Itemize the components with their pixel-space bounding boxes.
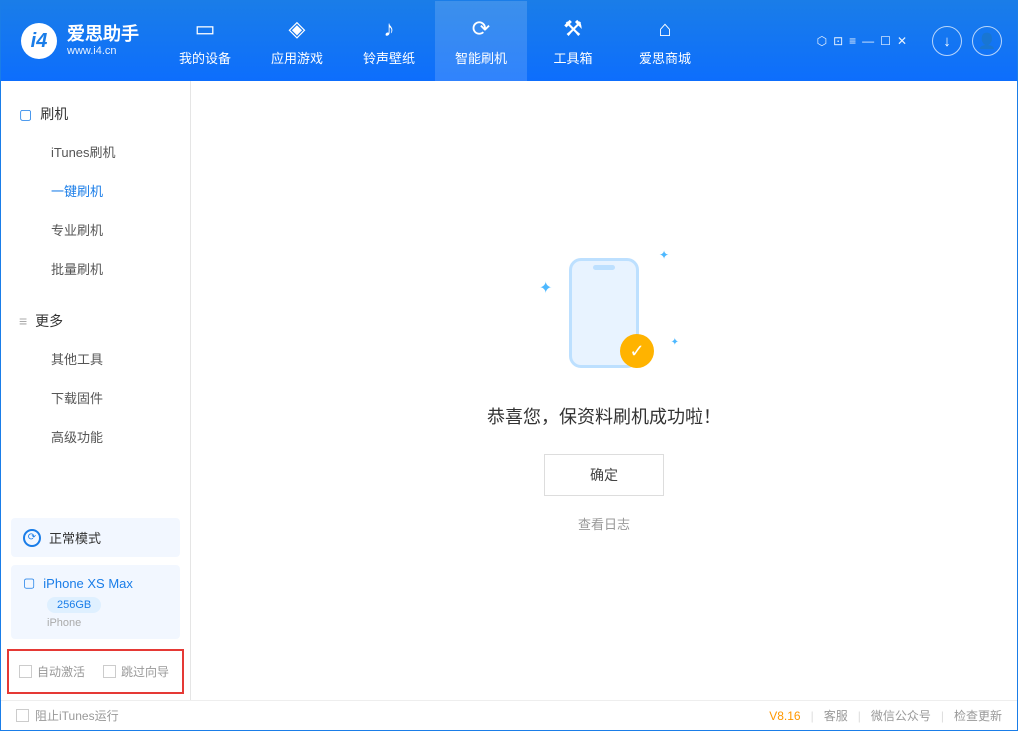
sidebar-item-batch-flash[interactable]: 批量刷机: [1, 249, 190, 288]
sidebar-item-other-tools[interactable]: 其他工具: [1, 339, 190, 378]
menu-icon[interactable]: ≡: [849, 34, 856, 48]
list-icon: ≡: [19, 313, 27, 329]
wechat-link[interactable]: 微信公众号: [871, 707, 931, 724]
sparkle-icon: ✦: [671, 337, 679, 348]
header: i4 爱思助手 www.i4.cn ▭我的设备 ◈应用游戏 ♪铃声壁纸 ⟳智能刷…: [1, 1, 1017, 81]
nav-tabs: ▭我的设备 ◈应用游戏 ♪铃声壁纸 ⟳智能刷机 ⚒工具箱 ⌂爱思商城: [159, 1, 817, 81]
logo-icon: i4: [21, 23, 57, 59]
sidebar-item-pro-flash[interactable]: 专业刷机: [1, 210, 190, 249]
sidebar-item-itunes-flash[interactable]: iTunes刷机: [1, 132, 190, 171]
mode-icon: ⟳: [23, 529, 41, 547]
view-log-link[interactable]: 查看日志: [578, 514, 630, 533]
logo-title: 爱思助手: [67, 24, 139, 46]
flash-options-highlight: 自动激活 跳过向导: [7, 649, 184, 694]
tab-store[interactable]: ⌂爱思商城: [619, 1, 711, 81]
sparkle-icon: ✦: [539, 278, 552, 298]
mode-box[interactable]: ⟳ 正常模式: [11, 518, 180, 557]
checkbox-skip-wizard[interactable]: 跳过向导: [103, 663, 169, 680]
user-button[interactable]: 👤: [972, 26, 1002, 56]
sidebar: ▢刷机 iTunes刷机 一键刷机 专业刷机 批量刷机 ≡更多 其他工具 下载固…: [1, 81, 191, 700]
device-icon: ▢: [23, 575, 35, 591]
device-icon: ▭: [195, 16, 216, 42]
shirt-icon[interactable]: ⬡: [817, 34, 827, 48]
device-box[interactable]: ▢ iPhone XS Max 256GB iPhone: [11, 565, 180, 639]
minimize-icon[interactable]: —: [862, 34, 874, 48]
check-update-link[interactable]: 检查更新: [954, 707, 1002, 724]
close-icon[interactable]: ✕: [897, 34, 907, 48]
ok-button[interactable]: 确定: [544, 454, 664, 496]
check-badge-icon: ✓: [620, 334, 654, 368]
checkbox-icon[interactable]: [16, 709, 29, 722]
main-content: ✦ ✦ ✦ ✓ 恭喜您，保资料刷机成功啦！ 确定 查看日志: [191, 81, 1017, 700]
tab-apps-games[interactable]: ◈应用游戏: [251, 1, 343, 81]
music-icon: ♪: [384, 16, 395, 42]
checkbox-icon: [103, 665, 116, 678]
mode-label: 正常模式: [49, 528, 101, 547]
device-type: iPhone: [47, 617, 168, 629]
tab-my-device[interactable]: ▭我的设备: [159, 1, 251, 81]
tab-flash[interactable]: ⟳智能刷机: [435, 1, 527, 81]
checkbox-auto-activate[interactable]: 自动激活: [19, 663, 85, 680]
success-illustration: ✦ ✦ ✦ ✓: [529, 248, 679, 378]
device-storage: 256GB: [47, 597, 101, 613]
store-icon: ⌂: [658, 16, 671, 42]
maximize-icon[interactable]: ☐: [880, 34, 891, 48]
device-name: iPhone XS Max: [43, 576, 133, 591]
cube-icon: ◈: [289, 16, 306, 42]
sidebar-section-flash: ▢刷机: [1, 96, 190, 132]
sidebar-item-download-firmware[interactable]: 下载固件: [1, 378, 190, 417]
sidebar-item-advanced[interactable]: 高级功能: [1, 417, 190, 456]
toolbox-icon: ⚒: [563, 16, 583, 42]
checkbox-icon: [19, 665, 32, 678]
sidebar-section-more: ≡更多: [1, 303, 190, 339]
block-itunes-label[interactable]: 阻止iTunes运行: [35, 707, 119, 724]
success-message: 恭喜您，保资料刷机成功啦！: [487, 403, 721, 429]
logo: i4 爱思助手 www.i4.cn: [1, 23, 159, 59]
title-buttons: ⬡ ⊡ ≡ — ☐ ✕ ↓ 👤: [817, 26, 1017, 56]
feedback-icon[interactable]: ⊡: [833, 34, 843, 48]
sparkle-icon: ✦: [659, 248, 669, 262]
refresh-icon: ⟳: [472, 16, 490, 42]
phone-icon: ▢: [19, 106, 32, 123]
tab-toolbox[interactable]: ⚒工具箱: [527, 1, 619, 81]
statusbar: 阻止iTunes运行 V8.16 | 客服 | 微信公众号 | 检查更新: [1, 700, 1017, 730]
sidebar-item-oneclick-flash[interactable]: 一键刷机: [1, 171, 190, 210]
version-label: V8.16: [769, 709, 800, 723]
customer-service-link[interactable]: 客服: [824, 707, 848, 724]
download-button[interactable]: ↓: [932, 26, 962, 56]
logo-subtitle: www.i4.cn: [67, 45, 139, 58]
tab-ringtones[interactable]: ♪铃声壁纸: [343, 1, 435, 81]
